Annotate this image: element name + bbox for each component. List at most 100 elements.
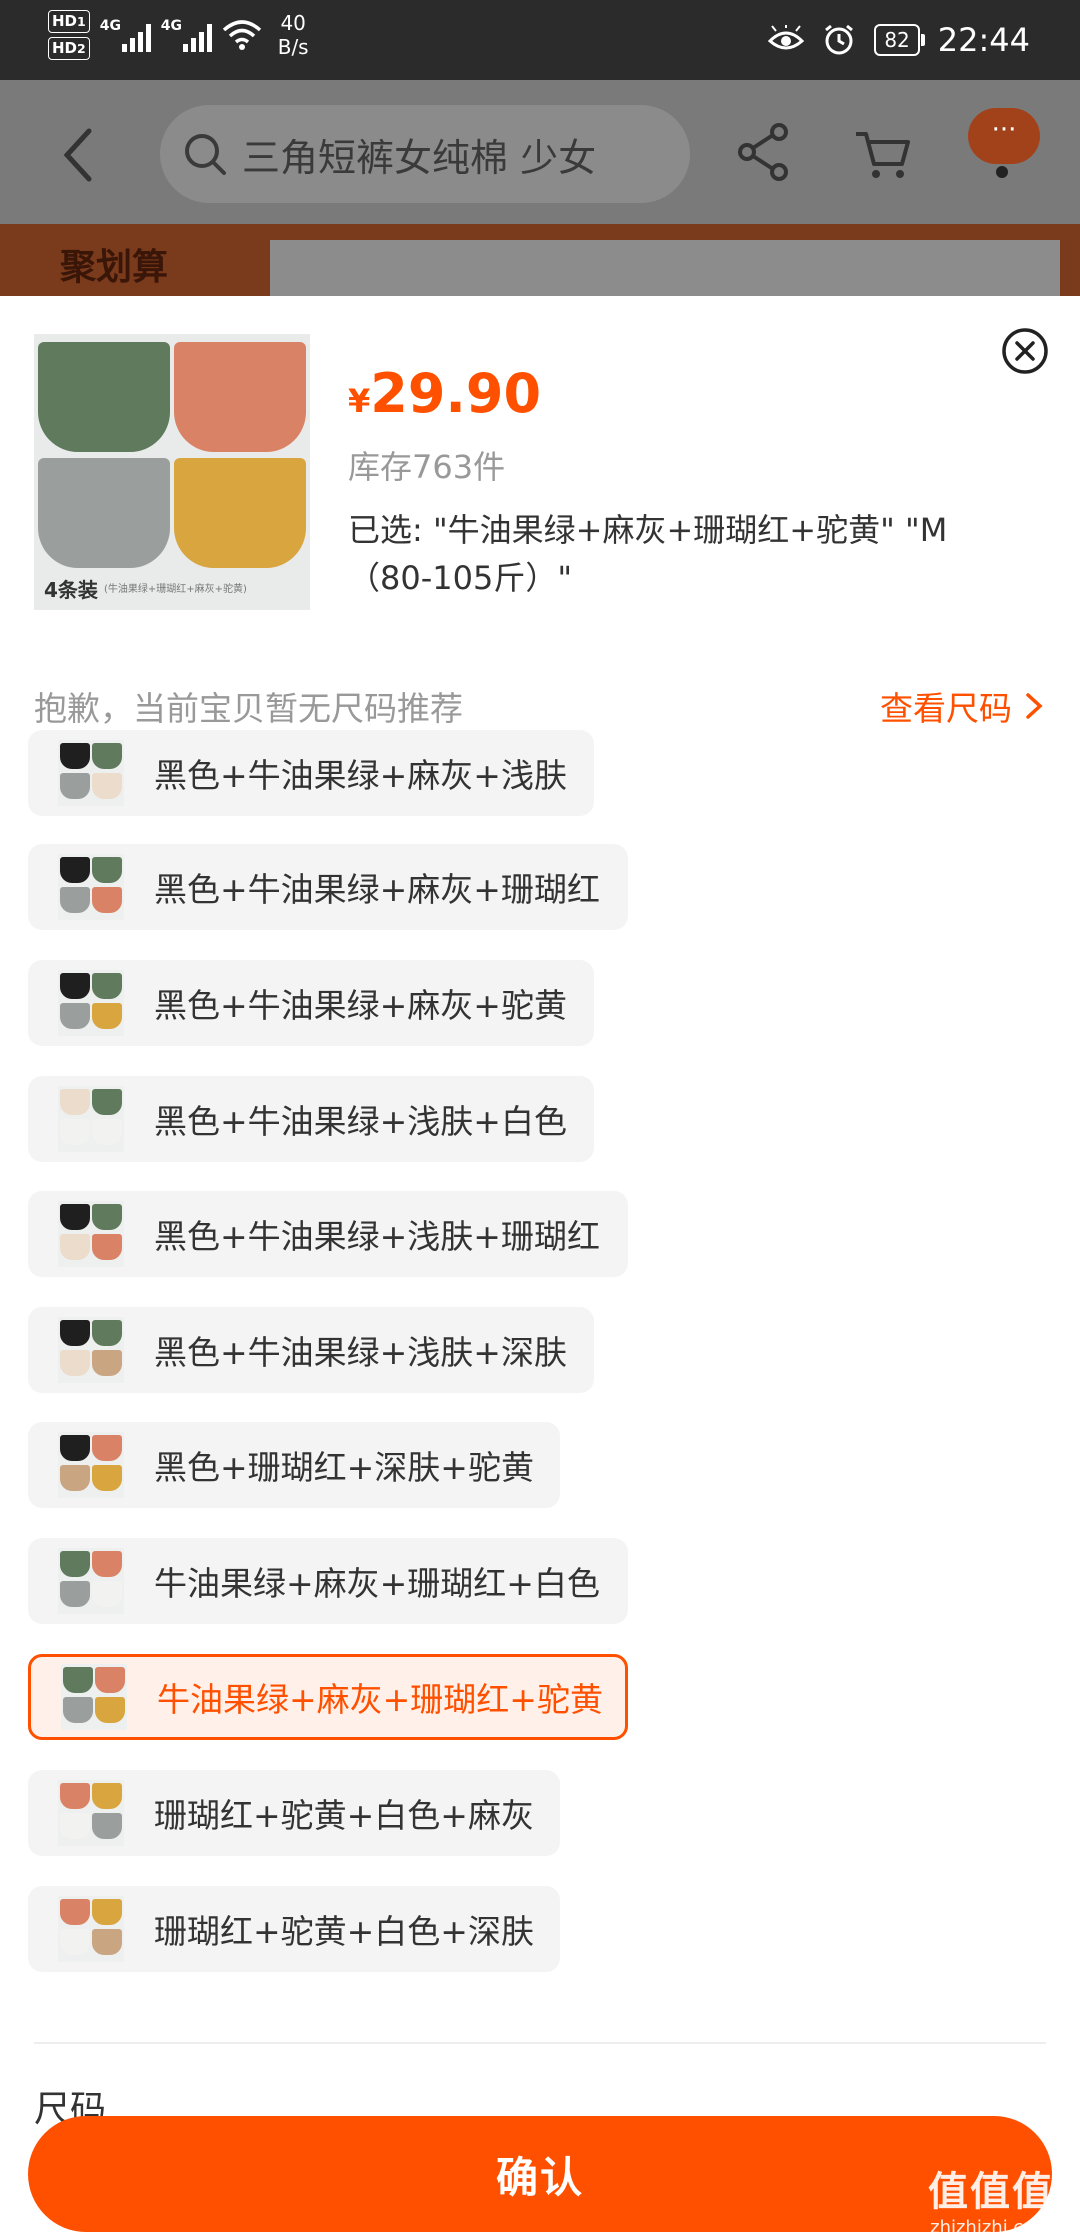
more-button[interactable]: ··· [968,108,1040,164]
swatch [60,1581,90,1607]
swatch [60,1204,90,1230]
option-label: 牛油果绿+麻灰+珊瑚红+驼黄 [157,1680,603,1719]
swatch [92,773,122,799]
product-image[interactable]: 4条装 (牛油果绿+珊瑚红+麻灰+驼黄) [34,334,310,610]
size-note: 抱歉，当前宝贝暂无尺码推荐 [34,689,463,728]
hd-badge-2: HD2 [48,37,90,60]
swatch [92,1929,122,1955]
color-option[interactable]: 牛油果绿+麻灰+珊瑚红+驼黄 [28,1654,628,1740]
swatch [92,743,122,769]
swatch [60,1813,90,1839]
color-option[interactable]: 珊瑚红+驼黄+白色+深肤 [28,1886,560,1972]
swatch [92,1350,122,1376]
view-size-chart-link[interactable]: 查看尺码 [880,682,1046,730]
swatch [92,1234,122,1260]
option-label: 黑色+牛油果绿+麻灰+浅肤 [154,756,567,795]
share-icon[interactable] [735,120,791,184]
sku-sheet: 4条装 (牛油果绿+珊瑚红+麻灰+驼黄) ¥29.90 库存763件 已选: "… [0,296,1080,2240]
cart-icon[interactable] [852,124,912,184]
battery-icon: 82 [874,24,926,56]
color-option[interactable]: 牛油果绿+麻灰+珊瑚红+白色 [28,1538,628,1624]
swatch [60,1234,90,1260]
option-thumbnail [58,740,124,806]
swatch-gray [38,458,170,568]
watermark-logo: 值值值 zhizhizhi.com [928,2169,1054,2238]
swatch [92,1465,122,1491]
option-thumbnail [58,1548,124,1614]
swatch [92,887,122,913]
option-thumbnail [58,854,124,920]
option-thumbnail [58,970,124,1036]
swatch [60,1320,90,1346]
option-label: 黑色+珊瑚红+深肤+驼黄 [154,1448,534,1487]
swatch-coral [174,342,306,452]
swatch [60,743,90,769]
option-label: 黑色+牛油果绿+浅肤+珊瑚红 [154,1217,600,1256]
color-option[interactable]: 黑色+牛油果绿+麻灰+驼黄 [28,960,594,1046]
option-thumbnail [58,1201,124,1267]
option-thumbnail [58,1086,124,1152]
swatch [92,1783,122,1809]
swatch [92,857,122,883]
color-option[interactable]: 黑色+珊瑚红+深肤+驼黄 [28,1422,560,1508]
pack-caption: 4条装 [44,578,98,602]
color-option[interactable]: 黑色+牛油果绿+浅肤+珊瑚红 [28,1191,628,1277]
swatch [60,973,90,999]
swatch [92,1089,122,1115]
swatch [60,1899,90,1925]
swatch [92,1551,122,1577]
color-option[interactable]: 黑色+牛油果绿+麻灰+浅肤 [28,730,594,816]
clock: 22:44 [937,21,1030,59]
hd-indicators: HD1 HD2 [48,10,90,60]
swatch [63,1667,93,1693]
swatch [92,1204,122,1230]
divider [34,2042,1046,2044]
hd-badge-1: HD1 [48,10,90,33]
size-recommendation-row: 抱歉，当前宝贝暂无尺码推荐 查看尺码 [34,676,1046,732]
search-bar[interactable]: 三角短裤女纯棉 少女 [160,105,690,203]
swatch [60,857,90,883]
option-thumbnail [58,1896,124,1962]
swatch [60,1435,90,1461]
swatch [60,1929,90,1955]
selected-spec: 已选: "牛油果绿+麻灰+珊瑚红+驼黄" "M（80-105斤）" [348,511,948,597]
option-label: 黑色+牛油果绿+浅肤+深肤 [154,1333,567,1372]
chevron-right-icon [1026,693,1043,719]
back-icon[interactable] [55,125,103,185]
option-thumbnail [58,1432,124,1498]
status-bar: HD1 HD2 4G 4G 40 B/s 82 22:44 [0,0,1080,80]
alarm-icon [825,24,854,55]
price: ¥29.90 [348,362,541,425]
net-speed: 40 B/s [277,11,309,59]
swatch [95,1697,125,1723]
close-icon[interactable] [1000,326,1050,376]
banner-panel [270,240,1060,296]
color-option[interactable]: 黑色+牛油果绿+浅肤+深肤 [28,1307,594,1393]
color-option[interactable]: 黑色+牛油果绿+浅肤+白色 [28,1076,594,1162]
swatch-green [38,342,170,452]
option-thumbnail [58,1317,124,1383]
option-label: 牛油果绿+麻灰+珊瑚红+白色 [154,1564,600,1603]
option-thumbnail [58,1780,124,1846]
swatch [60,1003,90,1029]
swatch [92,1813,122,1839]
stock-count: 库存763件 [348,448,506,486]
swatch [92,1581,122,1607]
eye-icon [768,25,805,50]
confirm-button[interactable]: 确认 [28,2116,1052,2232]
swatch [92,1003,122,1029]
swatch [60,887,90,913]
swatch [60,1465,90,1491]
swatch [60,1119,90,1145]
color-option[interactable]: 珊瑚红+驼黄+白色+麻灰 [28,1770,560,1856]
option-label: 黑色+牛油果绿+麻灰+驼黄 [154,986,567,1025]
swatch [92,1899,122,1925]
color-option[interactable]: 黑色+牛油果绿+麻灰+珊瑚红 [28,844,628,930]
option-label: 珊瑚红+驼黄+白色+深肤 [154,1912,534,1951]
currency-symbol: ¥ [348,382,371,420]
pack-subcaption: (牛油果绿+珊瑚红+麻灰+驼黄) [104,584,247,595]
signal-icon-sim2: 4G [161,18,212,52]
swatch [60,773,90,799]
swatch [63,1697,93,1723]
swatch [92,1320,122,1346]
